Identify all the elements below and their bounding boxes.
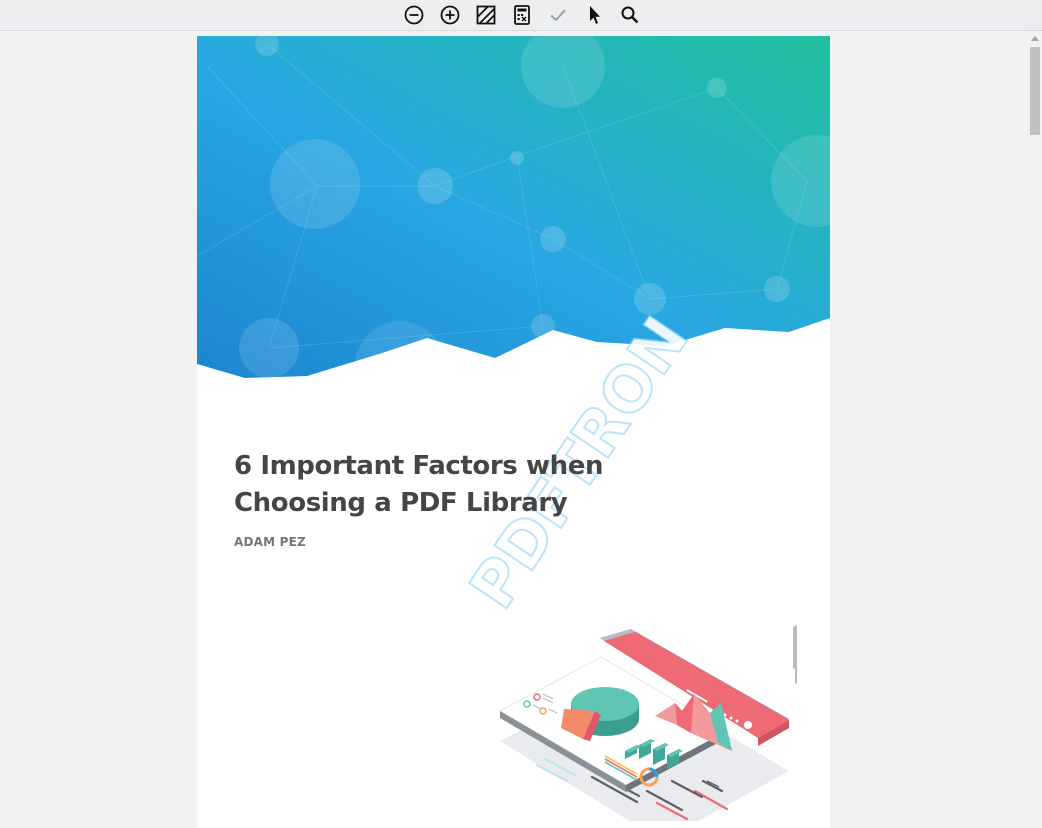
document-title: 6 Important Factors when Choosing a PDF … bbox=[234, 448, 654, 522]
search-button[interactable] bbox=[617, 3, 643, 27]
title-line-2: Choosing a PDF Library bbox=[234, 488, 568, 518]
document-author: ADAM PEZ bbox=[234, 535, 306, 549]
calculator-icon bbox=[514, 5, 530, 25]
pdf-page: PDFTRON 6 Important Factors when Choosin… bbox=[197, 36, 830, 828]
magnifier-icon bbox=[621, 6, 639, 24]
redaction-button[interactable] bbox=[473, 3, 499, 27]
select-tool-button[interactable] bbox=[581, 3, 607, 27]
title-line-1: 6 Important Factors when bbox=[234, 451, 604, 481]
scroll-thumb[interactable] bbox=[1030, 47, 1040, 135]
document-viewport[interactable]: PDFTRON 6 Important Factors when Choosin… bbox=[0, 31, 1028, 828]
scroll-up-arrow-icon[interactable] bbox=[1031, 36, 1039, 41]
hero-banner bbox=[197, 36, 830, 386]
apply-redaction-button[interactable] bbox=[509, 3, 535, 27]
zoom-in-button[interactable] bbox=[437, 3, 463, 27]
check-button[interactable] bbox=[545, 3, 571, 27]
checkmark-icon bbox=[550, 9, 566, 22]
isometric-dashboard-illustration bbox=[498, 625, 797, 821]
plus-circle-icon bbox=[440, 5, 460, 25]
zoom-out-button[interactable] bbox=[401, 3, 427, 27]
hatched-square-icon bbox=[476, 5, 496, 25]
pointer-arrow-icon bbox=[590, 6, 600, 24]
vertical-scrollbar[interactable] bbox=[1028, 31, 1042, 828]
minus-circle-icon bbox=[404, 5, 424, 25]
viewer-toolbar bbox=[0, 0, 1042, 31]
